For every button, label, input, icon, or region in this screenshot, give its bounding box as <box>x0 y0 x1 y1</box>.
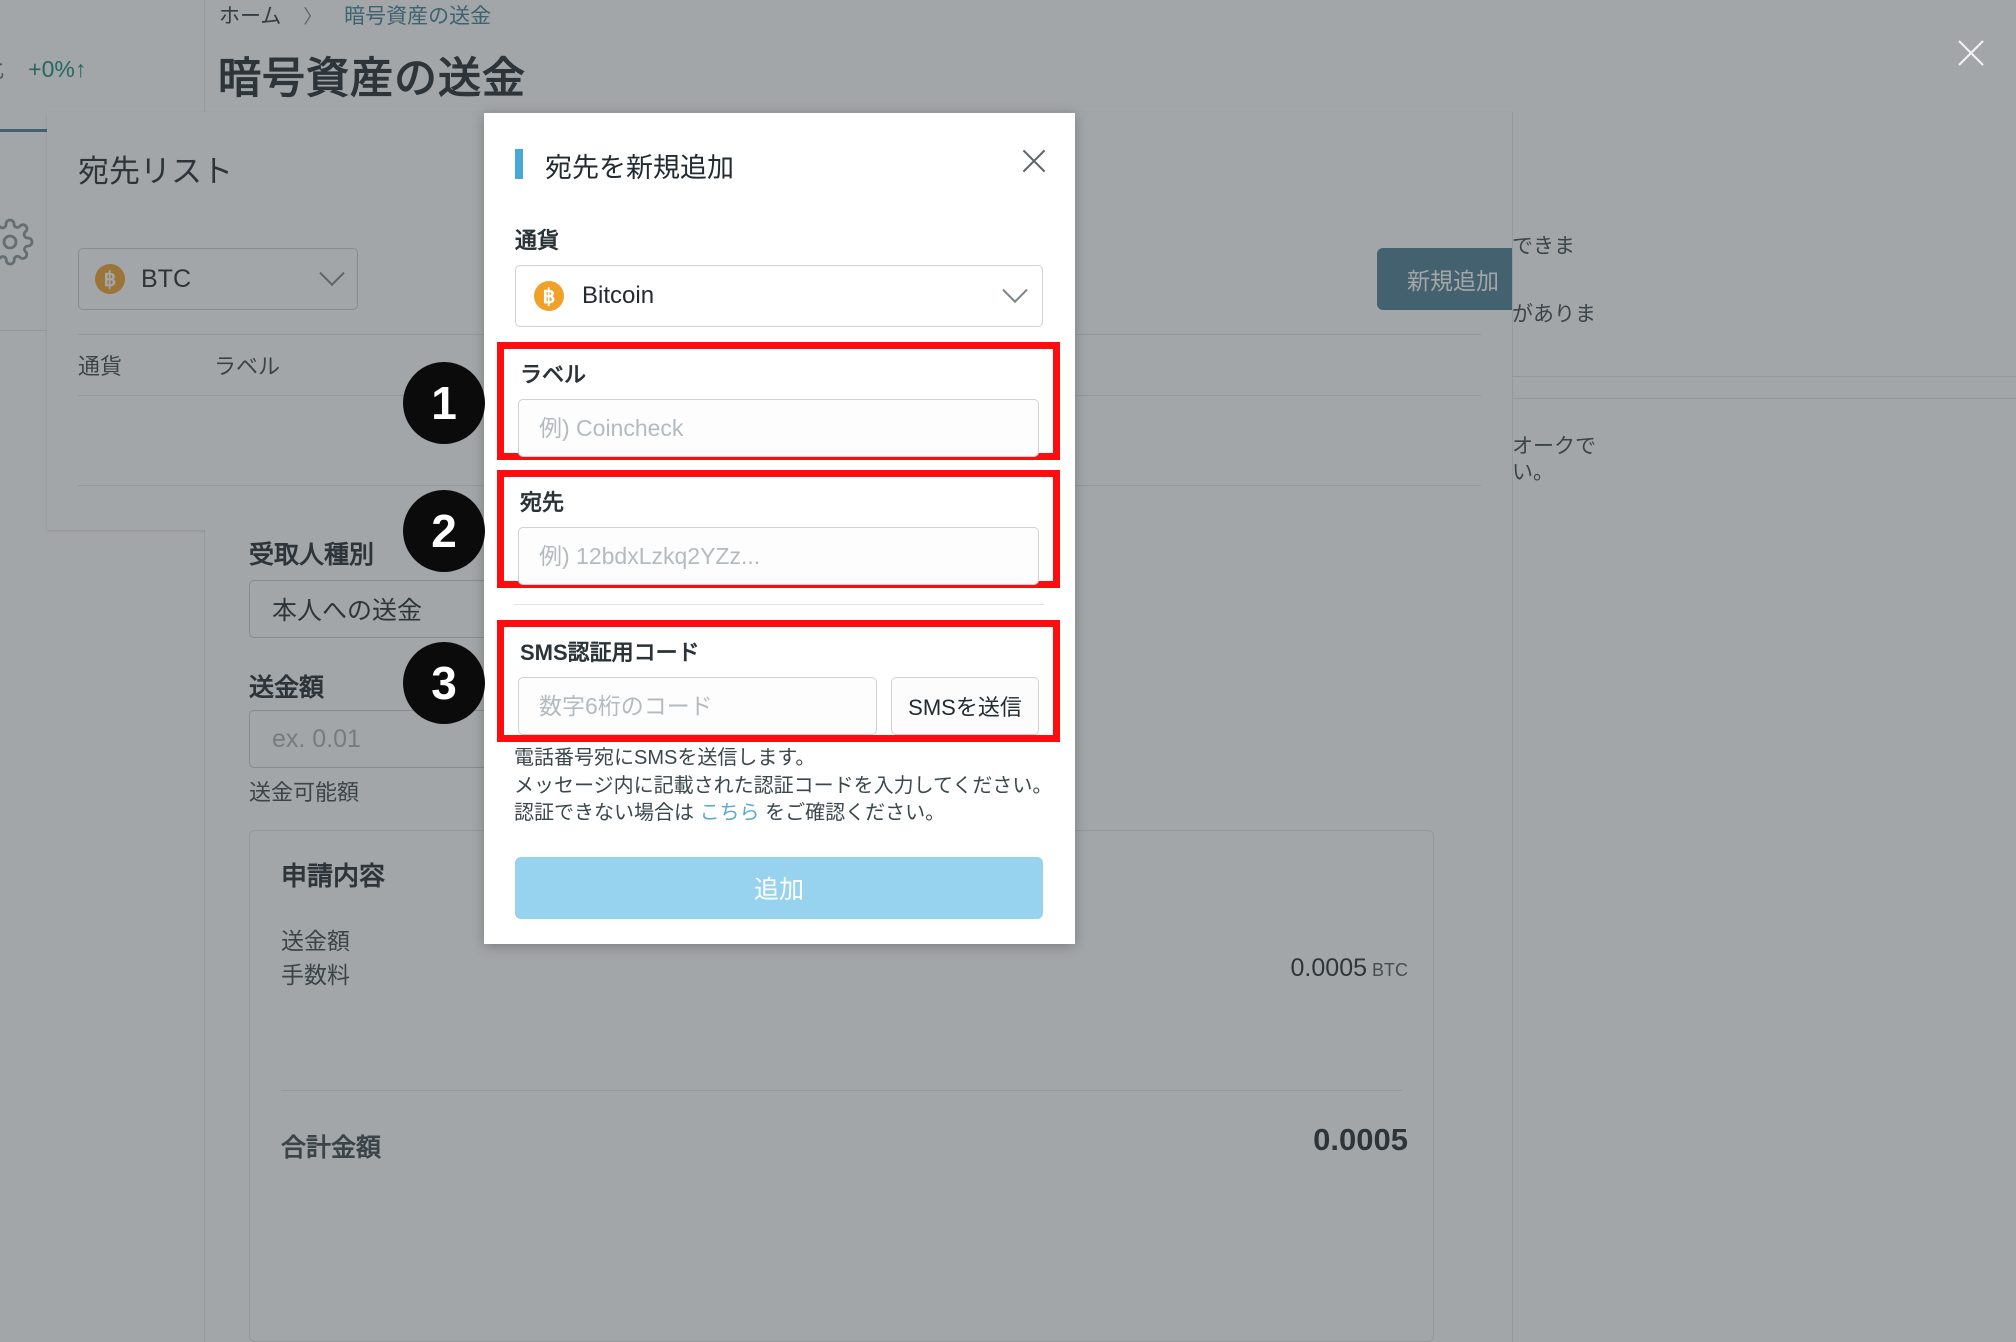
step-badge-3: 3 <box>403 642 485 724</box>
modal-title: 宛先を新規追加 <box>545 153 734 183</box>
sms-field-highlight: SMS認証用コード SMSを送信 <box>497 620 1060 742</box>
address-input[interactable] <box>518 527 1039 585</box>
currency-select[interactable]: ฿ Bitcoin <box>515 265 1043 327</box>
bitcoin-icon: ฿ <box>534 281 564 311</box>
sms-help-line-3-before: 認証できない場合は <box>514 802 700 825</box>
sms-help-text: 電話番号宛にSMSを送信します。 メッセージ内に記載された認証コードを入力してく… <box>514 745 1054 828</box>
sms-help-line-3: 認証できない場合は こちら をご確認ください。 <box>514 800 1054 828</box>
close-icon[interactable] <box>1019 146 1049 176</box>
label-field-label: ラベル <box>520 362 587 387</box>
send-sms-button[interactable]: SMSを送信 <box>891 677 1039 735</box>
currency-selected-value: Bitcoin <box>582 282 655 309</box>
sms-input-row: SMSを送信 <box>518 677 1039 735</box>
chevron-down-icon <box>1002 277 1028 304</box>
submit-add-button[interactable]: 追加 <box>515 857 1043 919</box>
address-list-close-icon[interactable] <box>1956 38 1986 68</box>
sms-help-link[interactable]: こちら <box>700 802 760 824</box>
sms-field-label: SMS認証用コード <box>520 640 700 665</box>
sms-help-line-2: メッセージ内に記載された認証コードを入力してください。 <box>514 774 1053 797</box>
sms-help-line-1: 電話番号宛にSMSを送信します。 <box>514 747 816 769</box>
step-badge-2: 2 <box>403 490 485 572</box>
step-badge-1: 1 <box>403 362 485 444</box>
label-field-highlight: ラベル <box>497 342 1060 460</box>
label-input[interactable] <box>518 399 1039 457</box>
sms-code-input[interactable] <box>518 677 877 735</box>
address-field-highlight: 宛先 <box>497 470 1060 588</box>
sms-help-line-3-after: をご確認ください。 <box>759 802 946 825</box>
title-accent-bar <box>515 149 523 179</box>
currency-label: 通貨 <box>515 228 560 253</box>
address-field-label: 宛先 <box>520 490 565 515</box>
modal-header: 宛先を新規追加 <box>484 113 1075 213</box>
modal-divider <box>514 604 1044 605</box>
